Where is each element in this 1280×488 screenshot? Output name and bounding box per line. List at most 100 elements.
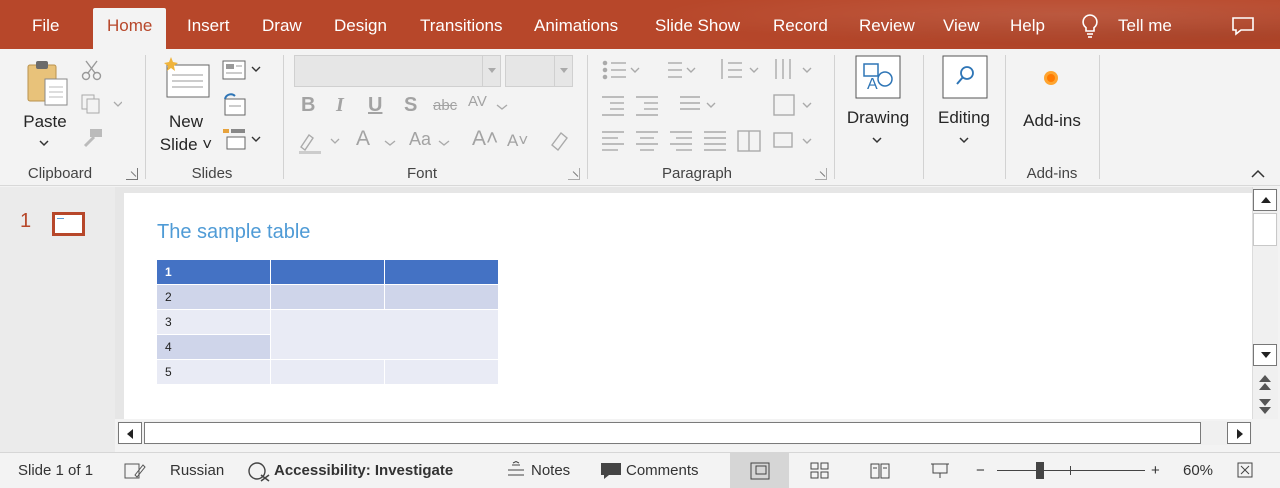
tab-animations[interactable]: Animations	[520, 8, 632, 49]
normal-view-icon[interactable]	[749, 461, 771, 481]
table-cell[interactable]	[385, 360, 499, 385]
slide-title[interactable]: The sample table	[157, 221, 310, 244]
zoom-in-button[interactable]: +	[1151, 462, 1160, 479]
table-cell[interactable]: 4	[157, 335, 271, 360]
slide-table[interactable]: 1 2 3 4 5	[157, 260, 499, 385]
increase-font-icon: A˄	[472, 127, 499, 150]
tab-transitions[interactable]: Transitions	[406, 8, 517, 49]
tab-draw[interactable]: Draw	[248, 8, 316, 49]
drawing-button[interactable]: Drawing	[839, 106, 917, 129]
table-cell[interactable]	[271, 360, 385, 385]
comments-icon[interactable]	[1231, 16, 1255, 36]
scroll-down-button[interactable]	[1253, 344, 1277, 366]
tab-record[interactable]: Record	[759, 8, 842, 49]
previous-slide-icon[interactable]	[1256, 372, 1274, 392]
fit-to-window-icon[interactable]	[1236, 461, 1254, 479]
table-row: 5	[157, 360, 499, 385]
paste-button[interactable]: Paste	[16, 110, 74, 133]
cut-icon	[81, 60, 102, 81]
scroll-up-button[interactable]	[1253, 189, 1277, 211]
format-painter-icon	[83, 129, 102, 148]
tab-design[interactable]: Design	[320, 8, 401, 49]
slide-sorter-icon[interactable]	[809, 461, 831, 481]
next-slide-icon[interactable]	[1256, 397, 1274, 417]
new-slide-icon[interactable]	[163, 57, 211, 99]
add-ins-group-label: Add-ins	[1026, 165, 1078, 182]
slide-show-icon[interactable]	[929, 461, 951, 481]
editing-button[interactable]: Editing	[929, 106, 999, 129]
font-color-icon: A	[356, 127, 371, 150]
table-cell[interactable]: 1	[157, 260, 271, 285]
paragraph-launcher-icon	[815, 168, 827, 180]
language-indicator[interactable]: Russian	[170, 462, 224, 479]
character-spacing-icon: AV	[468, 93, 487, 110]
shadow-icon: S	[404, 94, 418, 116]
drawing-shapes-icon[interactable]: A	[855, 55, 901, 99]
font-launcher-icon	[568, 168, 580, 180]
add-ins-button[interactable]: Add-ins	[1014, 109, 1090, 132]
tab-home[interactable]: Home	[93, 8, 167, 49]
section-icon[interactable]	[221, 127, 263, 151]
zoom-slider-thumb[interactable]	[1036, 462, 1044, 479]
copy-icon	[81, 94, 122, 114]
tab-slide-show[interactable]: Slide Show	[641, 8, 754, 49]
zoom-slider-track[interactable]	[997, 470, 1145, 471]
slide-canvas[interactable]: The sample table 1 2 3 4 5	[124, 193, 1252, 419]
table-cell[interactable]: 3	[157, 310, 271, 335]
tab-help[interactable]: Help	[996, 8, 1059, 49]
chevron-down-icon[interactable]	[959, 136, 969, 144]
clipboard-launcher-icon[interactable]	[126, 168, 138, 180]
table-row: 1	[157, 260, 499, 285]
reset-slide-icon[interactable]	[221, 93, 247, 117]
table-cell[interactable]: 5	[157, 360, 271, 385]
new-slide-label-line2: Slide ˅	[159, 135, 213, 154]
zoom-out-button[interactable]: −	[976, 462, 985, 479]
spelling-check-icon[interactable]	[123, 461, 147, 481]
strikethrough-icon: abc	[433, 97, 458, 114]
horizontal-scroll-thumb[interactable]	[144, 422, 1201, 444]
editing-find-icon[interactable]	[942, 55, 988, 99]
table-cell[interactable]	[271, 285, 385, 310]
tab-view[interactable]: View	[929, 8, 994, 49]
tell-me-search[interactable]: Tell me	[1104, 8, 1186, 49]
notes-button[interactable]: Notes	[531, 462, 570, 479]
separator	[923, 55, 924, 179]
zoom-level[interactable]: 60%	[1183, 462, 1213, 479]
chevron-down-icon[interactable]	[39, 139, 49, 147]
table-merged-cell[interactable]	[271, 310, 499, 360]
separator	[1099, 55, 1100, 179]
clipboard-group-label: Clipboard	[27, 165, 93, 182]
new-slide-button[interactable]: New Slide ˅	[154, 110, 218, 156]
slide-number: 1	[20, 210, 32, 232]
new-slide-label-line1: New	[168, 112, 203, 131]
comments-icon[interactable]	[599, 461, 623, 481]
layout-icon[interactable]	[221, 59, 263, 81]
paste-icon[interactable]	[25, 59, 71, 107]
accessibility-icon[interactable]	[247, 461, 271, 483]
reading-view-icon[interactable]	[869, 461, 891, 481]
chevron-down-icon[interactable]	[872, 136, 882, 144]
table-cell[interactable]	[385, 285, 499, 310]
tab-review[interactable]: Review	[845, 8, 929, 49]
lightbulb-icon[interactable]	[1079, 13, 1101, 39]
tab-file[interactable]: File	[18, 8, 73, 49]
table-row: 2	[157, 285, 499, 310]
scroll-left-button[interactable]	[118, 422, 142, 444]
paragraph-group-label: Paragraph	[661, 165, 733, 182]
add-ins-icon[interactable]	[1042, 69, 1060, 87]
table-cell[interactable]	[385, 260, 499, 285]
separator	[834, 55, 835, 179]
collapse-ribbon-icon[interactable]	[1250, 168, 1266, 180]
ribbon: Paste Clipboard New Slide ˅ Slides B I U…	[0, 49, 1280, 186]
tab-insert[interactable]: Insert	[173, 8, 244, 49]
notes-icon[interactable]	[506, 461, 526, 479]
accessibility-status[interactable]: Accessibility: Investigate	[274, 462, 453, 479]
comments-button[interactable]: Comments	[626, 462, 699, 479]
table-cell[interactable]	[271, 260, 385, 285]
table-cell[interactable]: 2	[157, 285, 271, 310]
separator	[283, 55, 284, 179]
slide-thumbnail[interactable]	[52, 212, 85, 236]
vertical-scroll-thumb[interactable]	[1253, 213, 1277, 246]
scroll-right-button[interactable]	[1227, 422, 1251, 444]
clear-formatting-icon	[551, 131, 568, 151]
